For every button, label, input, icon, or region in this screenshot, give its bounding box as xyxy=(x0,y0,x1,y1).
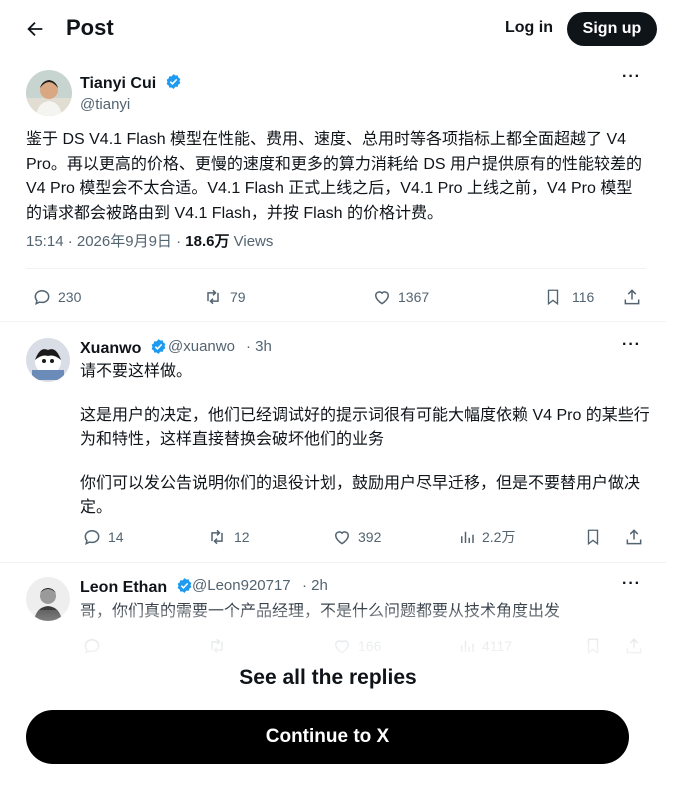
repost-count: 12 xyxy=(234,529,250,545)
top-bar: Post Log in Sign up xyxy=(0,0,674,58)
reply-action[interactable]: 14 xyxy=(82,527,124,547)
reply-paragraph: 这是用户的决定，他们已经调试好的提示词很有可能大幅度依赖 V4 Pro 的某些行… xyxy=(80,407,650,448)
continue-to-x-button[interactable]: Continue to X xyxy=(26,710,629,764)
reply-author-handle[interactable]: @xuanwo xyxy=(168,338,235,355)
bookmark-action[interactable]: 116 xyxy=(544,287,594,307)
see-all-replies-heading: See all the replies xyxy=(239,666,417,689)
like-count: 392 xyxy=(358,529,382,545)
reply-text: 请不要这样做。 这是用户的决定，他们已经调试好的提示词很有可能大幅度依赖 V4 … xyxy=(80,360,650,520)
bookmark-icon[interactable] xyxy=(584,527,602,547)
author-name[interactable]: Tianyi Cui xyxy=(80,73,182,93)
reply-action[interactable]: 230 xyxy=(32,287,81,307)
avatar[interactable] xyxy=(26,338,70,382)
avatar[interactable] xyxy=(26,70,72,116)
repost-action[interactable]: 12 xyxy=(206,527,250,547)
view-count: 2.2万 xyxy=(482,529,516,545)
repost-count: 79 xyxy=(230,289,246,305)
reply-icon xyxy=(84,529,100,546)
post-timestamp[interactable]: 15:14 · 2026年9月9日 · xyxy=(26,233,185,250)
verified-badge-icon xyxy=(151,339,166,354)
divider xyxy=(0,562,666,563)
more-options-icon[interactable]: ··· xyxy=(622,575,641,593)
share-icon[interactable] xyxy=(624,527,644,547)
repost-icon xyxy=(207,289,219,305)
page-title: Post xyxy=(66,15,114,40)
post-meta: 15:14 · 2026年9月9日 · 18.6万 Views xyxy=(26,230,273,251)
repost-action[interactable]: 79 xyxy=(202,287,246,307)
reply-author-handle[interactable]: @Leon920717 xyxy=(192,577,291,594)
like-action[interactable]: 392 xyxy=(332,527,381,547)
view-count: 18.6万 xyxy=(185,233,230,250)
back-arrow-icon[interactable] xyxy=(24,18,46,40)
reply-paragraph: 请不要这样做。 xyxy=(80,363,193,380)
signup-button[interactable]: Sign up xyxy=(567,12,657,46)
more-options-icon[interactable]: ··· xyxy=(622,336,641,354)
views-label: Views xyxy=(229,233,274,250)
verified-badge-icon xyxy=(177,578,191,593)
reply-author-name[interactable]: Leon Ethan xyxy=(80,577,193,597)
reply-time[interactable]: · 2h xyxy=(302,577,328,594)
reply-paragraph: 你们可以发公告说明你们的退役计划，鼓励用户尽早迁移，但是不要替用户做决定。 xyxy=(80,475,641,516)
analytics-icon xyxy=(461,531,474,543)
bookmark-count: 116 xyxy=(572,289,595,305)
reply-author-name[interactable]: Xuanwo xyxy=(80,338,167,358)
bookmark-icon xyxy=(547,289,559,306)
divider xyxy=(0,321,666,322)
reply-count: 14 xyxy=(108,529,124,545)
reply-time[interactable]: · 3h xyxy=(246,338,272,355)
heart-icon xyxy=(334,531,350,545)
share-icon[interactable] xyxy=(622,287,642,307)
repost-icon xyxy=(211,529,223,545)
fade-overlay xyxy=(0,610,674,670)
reply-count: 230 xyxy=(58,289,82,305)
login-button[interactable]: Log in xyxy=(505,19,553,37)
heart-icon xyxy=(374,291,390,305)
author-handle[interactable]: @tianyi xyxy=(80,96,130,113)
like-count: 1367 xyxy=(398,289,430,305)
more-options-icon[interactable]: ··· xyxy=(622,68,641,86)
post-text: 鉴于 DS V4.1 Flash 模型在性能、费用、速度、总用时等各项指标上都全… xyxy=(26,131,643,222)
divider xyxy=(26,268,646,269)
verified-badge-icon xyxy=(166,74,180,89)
like-action[interactable]: 1367 xyxy=(372,287,429,307)
views-action[interactable]: 2.2万 xyxy=(458,527,515,547)
reply-icon xyxy=(34,289,50,306)
